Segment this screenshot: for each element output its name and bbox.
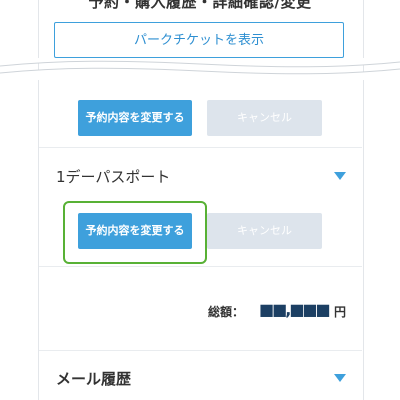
change-booking-button-1[interactable]: 予約内容を変更する — [78, 100, 192, 136]
cancel-button-2[interactable]: キャンセル — [207, 213, 322, 249]
show-park-ticket-button[interactable]: パークチケットを表示 — [54, 22, 344, 58]
section-divider — [39, 147, 362, 148]
page-title: 予約・購入履歴・詳細確認/変更 — [88, 0, 312, 11]
total-currency: 円 — [334, 305, 347, 319]
triangle-down-icon[interactable] — [334, 374, 346, 382]
triangle-down-icon[interactable] — [334, 172, 346, 180]
section-divider — [39, 266, 362, 267]
total-amount: ■■,■■■ — [259, 300, 331, 319]
change-booking-button-2[interactable]: 予約内容を変更する — [78, 213, 192, 249]
day-pass-title: 1デーパスポート — [56, 168, 171, 186]
total-label: 総額： — [208, 305, 245, 319]
mail-history-title[interactable]: メール履歴 — [56, 368, 131, 389]
torn-edge-divider — [0, 58, 400, 80]
section-divider — [39, 350, 362, 351]
cancel-button-1[interactable]: キャンセル — [207, 100, 322, 136]
